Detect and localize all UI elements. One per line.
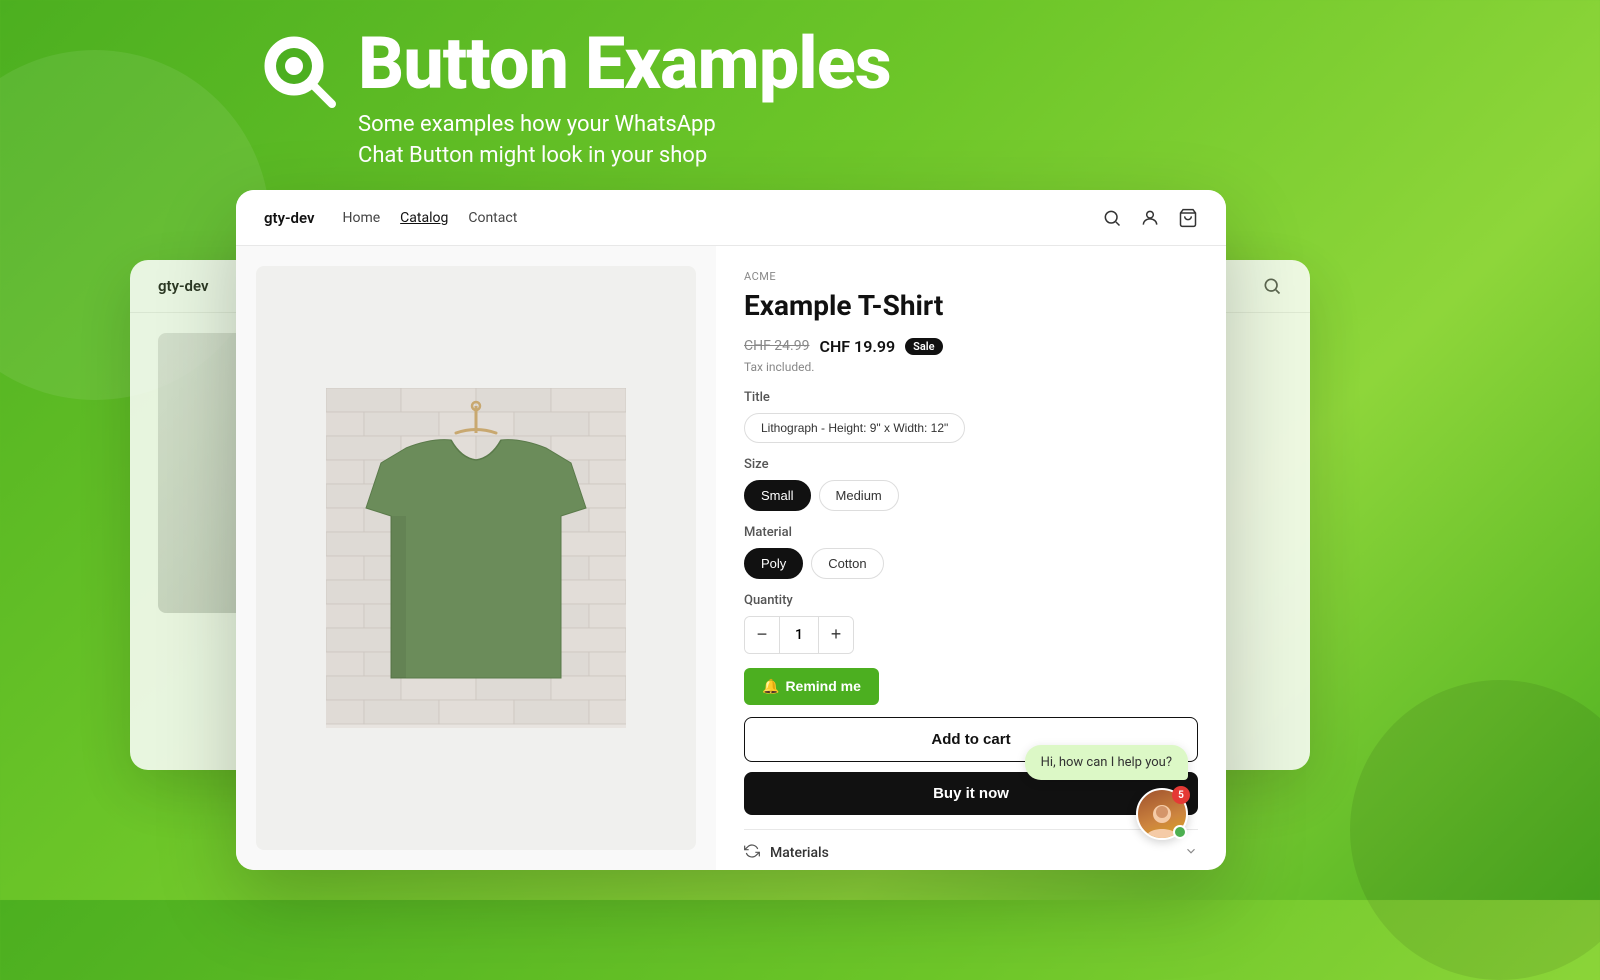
chat-bubble: Hi, how can I help you? [1025,745,1188,780]
header-section: Button Examples Some examples how your W… [260,28,891,172]
size-medium-btn[interactable]: Medium [819,480,899,511]
chevron-down-icon [1184,844,1198,858]
title-option-btn[interactable]: Lithograph - Height: 9" x Width: 12" [744,413,965,443]
nav-link-catalog[interactable]: Catalog [400,210,448,226]
chat-avatar-green-dot [1173,825,1187,839]
accordion-materials-chevron [1184,844,1198,862]
product-image-area [236,246,716,870]
size-options: Small Medium [744,480,1198,511]
price-sale: CHF 19.99 [819,337,895,356]
bg-search-icon [1262,276,1282,296]
title-label: Title [744,390,1198,405]
remind-me-button[interactable]: 🔔 Remind me [744,668,879,705]
quantity-decrease-btn[interactable]: − [745,617,779,653]
accordion-materials-label: Materials [770,845,829,861]
bg-card-logo: gty-dev [158,277,208,295]
navbar: gty-dev Home Catalog Contact [236,190,1226,246]
user-button[interactable] [1140,208,1160,228]
nav-icons [1102,208,1198,228]
nav-links: Home Catalog Contact [342,210,1102,226]
nav-link-home[interactable]: Home [342,210,380,226]
title-options: Lithograph - Height: 9" x Width: 12" [744,413,1198,443]
material-options: Poly Cotton [744,548,1198,579]
price-original: CHF 24.99 [744,338,809,354]
quantity-row: − 1 + [744,616,854,654]
header-text-block: Button Examples Some examples how your W… [358,28,891,172]
bell-icon: 🔔 [762,678,779,695]
chat-widget: Hi, how can I help you? 5 [1025,745,1188,840]
chat-avatar-container[interactable]: 5 [1136,788,1188,840]
main-card: gty-dev Home Catalog Contact [236,190,1226,870]
size-small-btn[interactable]: Small [744,480,811,511]
search-button[interactable] [1102,208,1122,228]
tshirt-image [256,266,696,850]
product-title: Example T-Shirt [744,289,1198,323]
chat-badge: 5 [1172,786,1190,804]
sale-badge: Sale [905,338,942,355]
bg-circle-right [1350,680,1600,980]
search-icon [1102,208,1122,228]
materials-icon [744,843,760,863]
quantity-increase-btn[interactable]: + [819,617,853,653]
quantity-label: Quantity [744,593,1198,608]
material-poly-btn[interactable]: Poly [744,548,803,579]
quantity-value: 1 [779,617,819,653]
material-cotton-btn[interactable]: Cotton [811,548,883,579]
cart-button[interactable] [1178,208,1198,228]
header-title: Button Examples [358,28,891,100]
tshirt-svg [326,388,626,728]
recycle-icon [744,843,760,859]
material-label: Material [744,525,1198,540]
user-icon [1140,208,1160,228]
size-label: Size [744,457,1198,472]
search-icon-large [260,28,340,116]
product-brand: ACME [744,270,1198,283]
price-row: CHF 24.99 CHF 19.99 Sale [744,337,1198,356]
cart-icon [1178,208,1198,228]
header-subtitle: Some examples how your WhatsApp Chat But… [358,110,891,172]
nav-logo: gty-dev [264,209,314,227]
nav-link-contact[interactable]: Contact [468,210,517,226]
tax-note: Tax included. [744,360,1198,374]
